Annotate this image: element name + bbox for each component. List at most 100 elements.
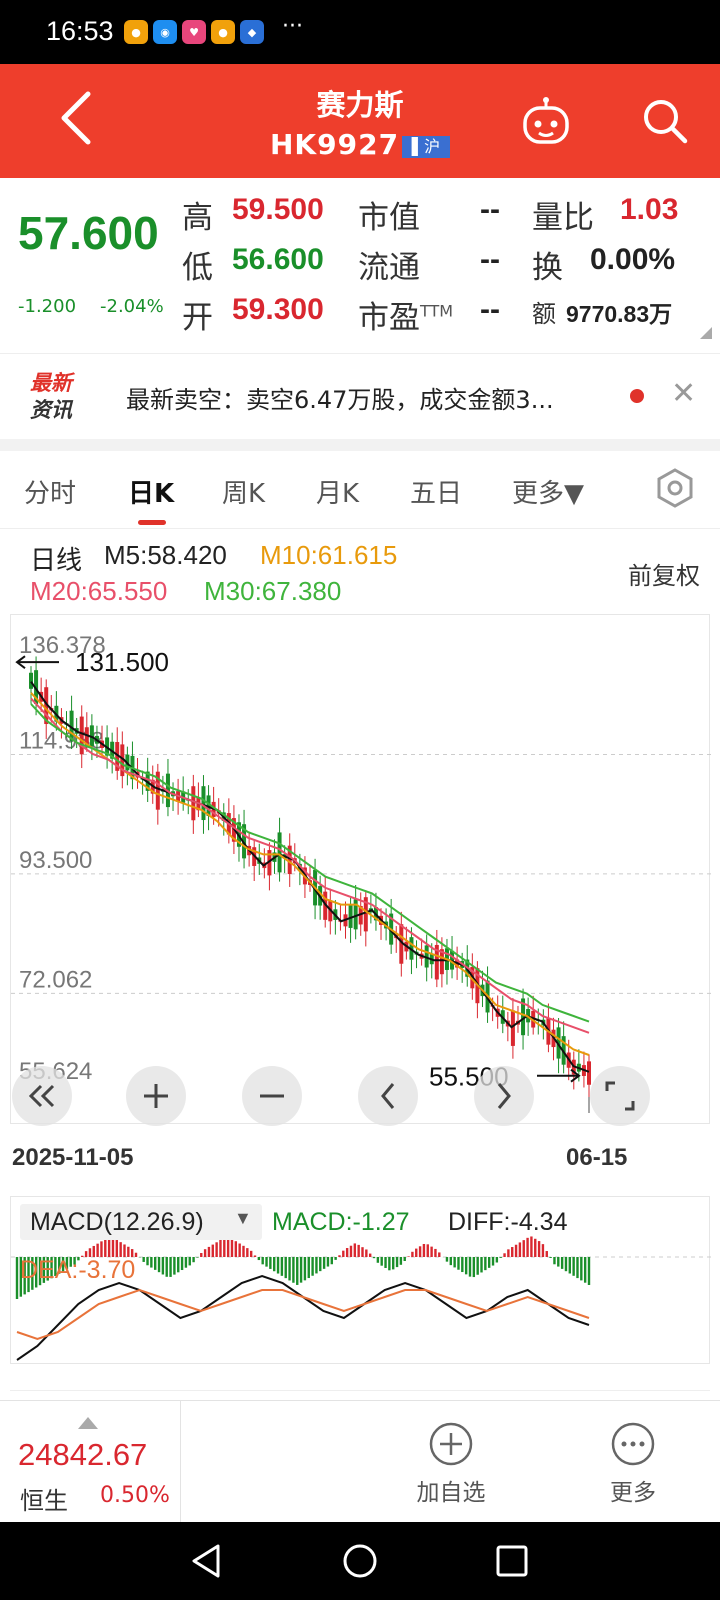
double-chevron-left-icon (28, 1084, 55, 1108)
expand-corner-icon[interactable] (700, 327, 712, 339)
price-change: -1.200 (18, 296, 77, 317)
macd-bar (215, 1242, 218, 1257)
stock-code: HK9927 (270, 128, 400, 161)
rewind-button[interactable] (12, 1066, 72, 1126)
more-circle-icon (611, 1422, 655, 1466)
dea-line (16, 1288, 590, 1341)
y-tick-label: 93.500 (19, 847, 92, 874)
macd-bar (399, 1257, 403, 1265)
x-start-date: 2025-11-05 (12, 1144, 134, 1171)
tab-more[interactable]: 更多▼ (512, 473, 584, 510)
dea-value: DEA:-3.70 (20, 1256, 136, 1284)
macd-bar (499, 1257, 502, 1258)
indicator-selector-label[interactable]: MACD(12.26.9) (30, 1208, 204, 1237)
chevron-down-icon[interactable]: ▼ (234, 1208, 252, 1229)
macd-bar (445, 1257, 449, 1262)
app-header: 赛力斯 HK9927 ▌沪 (0, 64, 720, 178)
close-icon[interactable]: ✕ (671, 376, 696, 411)
period-label: 日线 (30, 545, 83, 575)
macd-bar (557, 1257, 560, 1267)
market-cap-label: 市值 (358, 200, 420, 236)
macd-bar (392, 1257, 395, 1270)
macd-bar (583, 1257, 587, 1283)
macd-bar (342, 1250, 345, 1257)
expand-up-icon[interactable] (78, 1417, 98, 1429)
macd-bar (173, 1257, 176, 1275)
macd-bar (580, 1257, 583, 1281)
macd-bar (514, 1244, 518, 1257)
macd-bar (376, 1257, 380, 1263)
high-value: 59.500 (232, 193, 324, 226)
macd-bar (165, 1257, 168, 1277)
macd-bar (284, 1257, 287, 1279)
macd-bar (261, 1257, 264, 1265)
max-price-label: 131.500 (75, 647, 169, 677)
weibo-icon: ● (124, 20, 148, 44)
scroll-right-button[interactable] (474, 1066, 534, 1126)
macd-bar (487, 1257, 491, 1268)
index-change: 0.50% (100, 1483, 170, 1508)
add-watchlist-button[interactable]: 加自选 (396, 1421, 506, 1507)
macd-bar (407, 1256, 410, 1257)
tab-five-day[interactable]: 五日 (410, 473, 462, 510)
tab-weekly-k[interactable]: 周K (222, 473, 265, 510)
index-value[interactable]: 24842.67 (18, 1437, 147, 1473)
market-cap-value: -- (480, 193, 500, 226)
nav-back-icon (192, 1544, 220, 1578)
pe-label: 市盈TTM (358, 300, 454, 336)
macd-bar (303, 1257, 307, 1281)
zoom-out-button[interactable] (242, 1066, 302, 1126)
amount-label: 额 (532, 300, 556, 328)
candle-body (191, 786, 196, 821)
macd-bar (196, 1257, 199, 1258)
news-headline[interactable]: 最新卖空：卖空6.47万股，成交金额3... (126, 380, 616, 415)
float-label: 流通 (358, 250, 420, 286)
macd-bar (560, 1257, 564, 1269)
settings-icon[interactable] (654, 467, 696, 513)
chevron-right-icon (497, 1083, 511, 1109)
news-banner[interactable]: 最新 资讯 最新卖空：卖空6.47万股，成交金额3... ✕ (0, 353, 720, 439)
adjust-mode-button[interactable]: 前复权 (628, 556, 700, 591)
macd-bar (161, 1257, 165, 1275)
kline-chart[interactable]: 136.378114.93893.50072.06255.624131.5005… (10, 614, 711, 1124)
zoom-in-button[interactable] (126, 1066, 186, 1126)
high-label: 高 (182, 200, 213, 236)
status-app-icons: ● ◉ ♥ ● ◆ (124, 20, 264, 44)
tab-monthly-k[interactable]: 月K (316, 473, 359, 510)
macd-bar (330, 1257, 333, 1265)
macd-bar (430, 1246, 433, 1257)
macd-bar (188, 1257, 191, 1266)
ma20-label: M20:65.550 (30, 576, 168, 606)
bottom-divider (180, 1401, 181, 1523)
ma30-line (30, 703, 590, 1023)
scroll-left-button[interactable] (358, 1066, 418, 1126)
robot-assistant-icon[interactable] (520, 96, 572, 152)
game-icon: ♥ (182, 20, 206, 44)
macd-bar (334, 1257, 337, 1260)
macd-bar (223, 1237, 226, 1257)
fullscreen-button[interactable] (590, 1066, 650, 1126)
macd-bar (587, 1257, 591, 1285)
volume-ratio-value: 1.03 (620, 193, 679, 226)
macd-bar (365, 1249, 368, 1257)
status-time: 16:53 (46, 16, 114, 46)
tab-intraday[interactable]: 分时 (24, 473, 76, 510)
more-button[interactable]: 更多 (578, 1421, 688, 1507)
macd-bar (507, 1249, 510, 1257)
macd-bar (549, 1257, 552, 1258)
add-circle-icon (429, 1422, 473, 1466)
macd-bar (564, 1257, 568, 1272)
macd-bar (422, 1243, 426, 1257)
search-icon[interactable] (640, 96, 690, 150)
macd-bar (338, 1255, 341, 1257)
macd-bar (453, 1257, 456, 1268)
ma5-label: M5:58.420 (104, 540, 227, 570)
macd-bar (349, 1245, 353, 1257)
ma30-label: M30:67.380 (204, 576, 342, 606)
turnover-label: 换 (532, 250, 563, 286)
macd-bar (434, 1248, 437, 1257)
low-value: 56.600 (232, 243, 324, 276)
minus-icon (260, 1094, 284, 1098)
tab-daily-k[interactable]: 日K (128, 473, 174, 510)
macd-bar (119, 1242, 122, 1257)
